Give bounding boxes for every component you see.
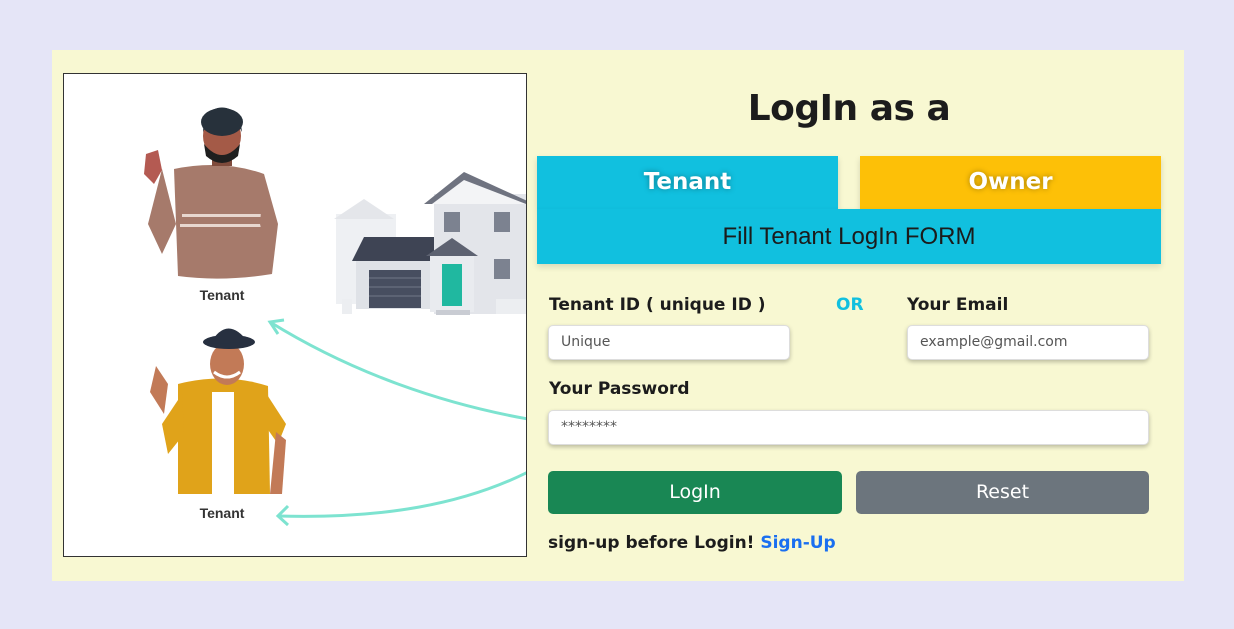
tenant-avatar-1: Tenant [144,107,278,303]
tenant-label-2: Tenant [200,505,245,521]
tenant-id-input[interactable]: Unique [548,325,790,360]
signup-link[interactable]: Sign-Up [760,533,835,553]
reset-button[interactable]: Reset [856,471,1149,514]
tenant-id-label: Tenant ID ( unique ID ) [549,295,766,315]
login-card: Tenant Tenant LogIn as a Tenant Owner Fi… [52,50,1184,581]
password-label: Your Password [549,379,690,399]
form-banner: Fill Tenant LogIn FORM [537,209,1161,264]
tab-owner[interactable]: Owner [860,156,1161,209]
password-input[interactable]: ******** [548,410,1149,445]
tenant-illustration: Tenant Tenant [63,73,527,557]
email-label: Your Email [907,295,1009,315]
email-input[interactable]: example@gmail.com [907,325,1149,360]
signup-prompt: sign-up before Login! Sign-Up [548,533,836,553]
login-button[interactable]: LogIn [548,471,842,514]
page-title: LogIn as a [747,88,951,129]
house-graphic [334,172,526,315]
or-separator: OR [836,295,864,315]
signup-text: sign-up before Login! [548,533,755,553]
tenant-avatar-2: Tenant [150,328,286,521]
tab-tenant[interactable]: Tenant [537,156,838,209]
tenant-label-1: Tenant [200,287,245,303]
